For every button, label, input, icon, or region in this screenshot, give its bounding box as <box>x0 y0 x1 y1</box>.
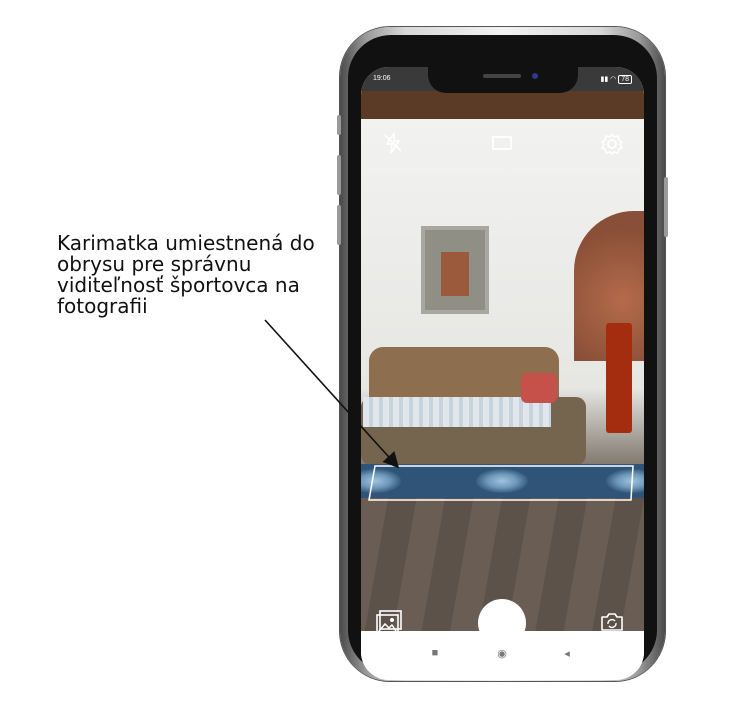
status-icons: ▮▮ ◠ 78 <box>600 75 632 84</box>
side-button-mute <box>337 115 341 135</box>
switch-camera-icon[interactable] <box>599 611 625 638</box>
wall-picture-inner <box>441 252 469 296</box>
sofa <box>361 347 586 465</box>
camera-viewfinder <box>361 91 644 647</box>
wall-picture <box>421 226 489 314</box>
sofa-pillow <box>521 373 557 403</box>
battery-level: 78 <box>621 76 629 83</box>
home-button[interactable]: ◉ <box>492 647 512 660</box>
front-camera <box>532 73 538 79</box>
settings-gear-icon[interactable] <box>599 131 625 162</box>
annotation-line-4: fotografii <box>57 294 148 318</box>
side-button-power <box>664 177 668 237</box>
phone-notch <box>428 67 578 93</box>
recent-apps-button[interactable]: ■ <box>425 647 445 659</box>
wifi-icon: ◠ <box>610 76 617 83</box>
ceiling-beam <box>361 91 644 119</box>
back-button[interactable]: ◂ <box>557 647 577 660</box>
gallery-icon[interactable] <box>375 609 403 640</box>
phone-screen: 19:06 ▮▮ ◠ 78 ■ ◉ ◂ <box>361 67 644 680</box>
phone-mockup: 19:06 ▮▮ ◠ 78 ■ ◉ ◂ <box>337 27 668 681</box>
side-button-volume-up <box>337 155 341 195</box>
mat-outline-guide <box>368 465 634 501</box>
annotation-text: Karimatka umiestnená do obrysu pre správ… <box>57 233 357 317</box>
status-time: 19:06 <box>373 75 391 82</box>
battery-icon: 78 <box>618 75 632 84</box>
signal-icon: ▮▮ <box>600 76 609 83</box>
flash-off-icon[interactable] <box>381 131 405 160</box>
red-stove <box>606 323 632 433</box>
annotation-line-1: Karimatka umiestnená do <box>57 231 315 255</box>
annotation-line-2: obrysu pre správnu <box>57 252 252 276</box>
aspect-ratio-icon[interactable] <box>491 135 513 156</box>
android-navigation-bar: ■ ◉ ◂ <box>361 631 644 680</box>
speaker-grille <box>483 74 521 78</box>
annotation-line-3: viditeľnosť športovca na <box>57 273 300 297</box>
side-button-volume-down <box>337 205 341 245</box>
